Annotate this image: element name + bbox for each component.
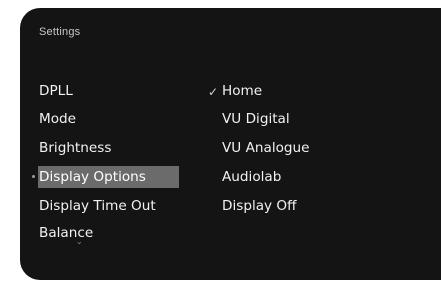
checkmark-icon: ✓ bbox=[208, 85, 219, 99]
option-vu-digital[interactable]: VU Digital bbox=[222, 108, 290, 130]
menu-item-brightness[interactable]: Brightness bbox=[39, 137, 111, 159]
menu-item-mode[interactable]: Mode bbox=[39, 108, 76, 130]
menu-item-balance[interactable]: Balance bbox=[39, 222, 93, 244]
selection-indicator-dot bbox=[32, 175, 35, 178]
menu-item-display-time-out[interactable]: Display Time Out bbox=[39, 195, 156, 217]
option-home[interactable]: Home bbox=[222, 80, 262, 102]
option-vu-analogue[interactable]: VU Analogue bbox=[222, 137, 310, 159]
menu-item-dpll[interactable]: DPLL bbox=[39, 80, 73, 102]
device-screen: Settings DPLL Mode Brightness Display Op… bbox=[0, 0, 441, 288]
settings-title: Settings bbox=[39, 26, 81, 38]
option-display-off[interactable]: Display Off bbox=[222, 195, 297, 217]
chevron-down-icon: ⌄ bbox=[76, 237, 83, 246]
menu-item-display-options[interactable]: Display Options bbox=[38, 166, 179, 188]
option-audiolab[interactable]: Audiolab bbox=[222, 166, 281, 188]
